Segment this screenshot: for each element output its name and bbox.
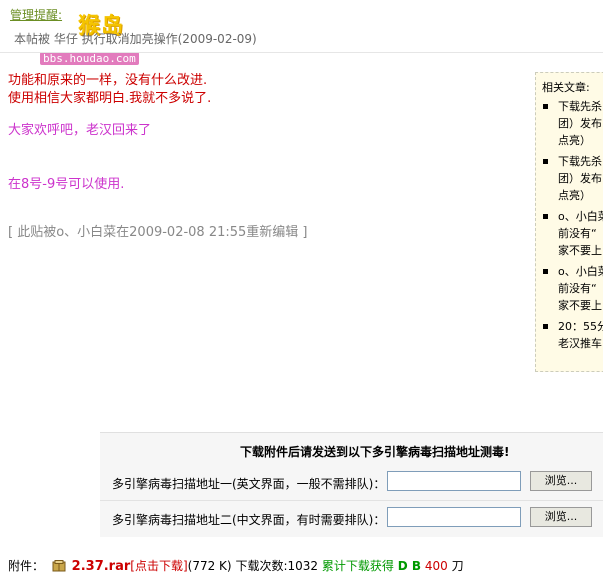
post-line-4: 在8号-9号可以使用.	[8, 177, 125, 192]
header-divider	[0, 52, 603, 53]
attachment-filename-link[interactable]: 2.37.rar	[72, 559, 131, 574]
attachment-prefix: 附件：	[8, 559, 45, 573]
currency-label: D B	[397, 559, 421, 573]
download-count: 下载次数:1032	[235, 559, 319, 573]
post-line-3: 大家欢呼吧，老汉回来了	[8, 123, 152, 138]
scan-title: 下载附件后请发送到以下多引擎病毒扫描地址测毒!	[240, 445, 510, 459]
browse-button-2[interactable]: 浏览...	[530, 507, 592, 527]
related-title: 相关文章:	[542, 81, 590, 94]
edit-note: [ 此贴被o、小白菜在2009-02-08 21:55重新编辑 ]	[8, 225, 308, 240]
related-item[interactable]: 下载先杀 团）发布 点亮）	[542, 153, 603, 204]
earned-amount: 400	[424, 559, 448, 573]
earned-label: 累计下载获得	[321, 559, 394, 573]
scan-divider	[100, 500, 603, 501]
related-item[interactable]: o、小白菜 前没有“ 家不要上	[542, 263, 603, 314]
attachment-size: (772 K)	[187, 559, 232, 573]
click-download-link[interactable]: [点击下载]	[130, 559, 187, 573]
post-line-1: 功能和原来的一样，没有什么改进.	[8, 73, 208, 88]
post-line-2: 使用相信大家都明白.我就不多说了.	[8, 91, 212, 106]
related-item[interactable]: 下载先杀 团）发布 点亮）	[542, 98, 603, 149]
scan-row-2-label: 多引擎病毒扫描地址二(中文界面，有时需要排队)：	[112, 513, 386, 527]
related-articles-box: 相关文章: 下载先杀 团）发布 点亮） 下载先杀 团）发布 点亮） o、小白菜 …	[535, 72, 603, 372]
scan-row-1-label: 多引擎病毒扫描地址一(英文界面，一般不需排队)：	[112, 477, 386, 491]
post-content: 功能和原来的一样，没有什么改进. 使用相信大家都明白.我就不多说了. 大家欢呼吧…	[8, 72, 518, 242]
virus-scan-panel: 下载附件后请发送到以下多引擎病毒扫描地址测毒! 多引擎病毒扫描地址一(英文界面，…	[100, 432, 603, 537]
currency-unit: 刀	[451, 559, 464, 573]
related-item[interactable]: 20：55分 老汉推车	[542, 318, 603, 352]
admin-reminder-title: 管理提醒:	[10, 8, 63, 22]
browse-button-1[interactable]: 浏览...	[530, 471, 592, 491]
scan-file-input-2[interactable]	[387, 507, 521, 527]
scan-file-input-1[interactable]	[387, 471, 521, 491]
logo-site-url: bbs.houdao.com	[40, 52, 139, 65]
attachment-line: 附件： 2.37.rar[点击下载](772 K) 下载次数:1032 累计下载…	[8, 557, 464, 574]
related-list: 下载先杀 团）发布 点亮） 下载先杀 团）发布 点亮） o、小白菜 前没有“ 家…	[542, 98, 603, 352]
admin-reminder-note: 本帖被 华仔 执行取消加亮操作(2009-02-09)	[14, 32, 257, 46]
rar-file-icon	[52, 560, 66, 572]
related-item[interactable]: o、小白菜 前没有“ 家不要上	[542, 208, 603, 259]
